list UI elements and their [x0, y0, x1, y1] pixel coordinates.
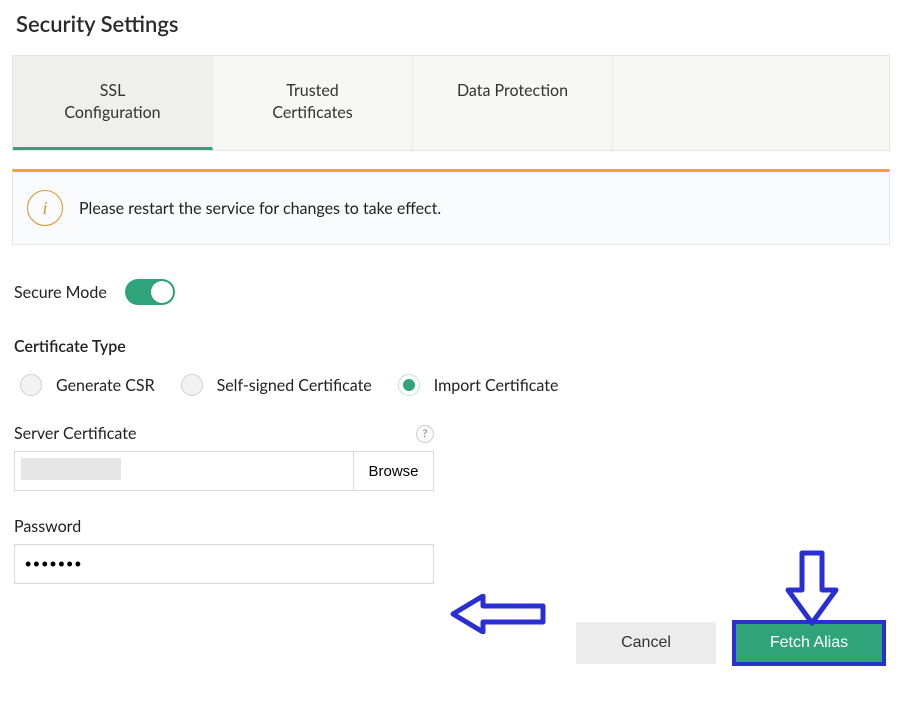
server-certificate-file-row: Browse [14, 451, 434, 491]
action-buttons: Cancel Fetch Alias [12, 622, 890, 664]
cancel-button[interactable]: Cancel [576, 622, 716, 664]
restart-alert: i Please restart the service for changes… [12, 169, 890, 245]
file-placeholder [21, 458, 121, 480]
server-certificate-input[interactable] [14, 451, 354, 491]
fetch-alias-button[interactable]: Fetch Alias [734, 622, 884, 664]
info-icon: i [27, 190, 63, 226]
tab-ssl-configuration[interactable]: SSL Configuration [13, 56, 213, 150]
secure-mode-toggle[interactable] [125, 279, 175, 305]
password-label: Password [14, 517, 890, 536]
radio-self-signed-label: Self-signed Certificate [217, 376, 372, 395]
radio-generate-csr-label: Generate CSR [56, 376, 155, 395]
alert-message: Please restart the service for changes t… [79, 199, 441, 218]
secure-mode-label: Secure Mode [14, 283, 107, 302]
browse-button[interactable]: Browse [354, 451, 434, 491]
toggle-knob [151, 281, 173, 303]
radio-import-certificate-label: Import Certificate [434, 376, 559, 395]
certificate-type-label: Certificate Type [14, 337, 890, 356]
radio-self-signed[interactable] [181, 374, 203, 396]
password-block: Password [14, 517, 890, 584]
radio-generate-csr[interactable] [20, 374, 42, 396]
page-title: Security Settings [16, 10, 890, 37]
tab-trusted-certificates[interactable]: Trusted Certificates [213, 56, 413, 150]
help-icon[interactable]: ? [416, 425, 434, 443]
certificate-type-options: Generate CSR Self-signed Certificate Imp… [20, 374, 890, 396]
radio-import-certificate[interactable] [398, 374, 420, 396]
server-certificate-block: Server Certificate ? Browse [14, 424, 890, 491]
tab-empty-space [613, 56, 889, 150]
password-input[interactable] [14, 544, 434, 584]
secure-mode-row: Secure Mode [14, 279, 890, 305]
server-certificate-label: Server Certificate [14, 424, 136, 443]
tabs: SSL Configuration Trusted Certificates D… [12, 55, 890, 151]
tab-data-protection[interactable]: Data Protection [413, 56, 613, 150]
